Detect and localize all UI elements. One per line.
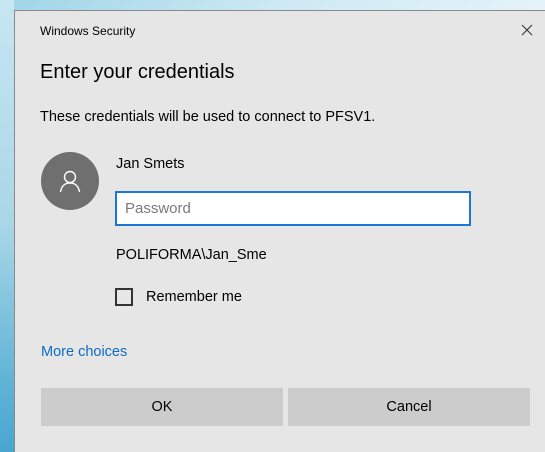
account-name: Jan Smets [116, 156, 185, 172]
person-icon [59, 170, 81, 193]
dialog-message: These credentials will be used to connec… [40, 109, 376, 125]
ok-button[interactable]: OK [41, 388, 283, 426]
dialog-heading: Enter your credentials [40, 61, 235, 83]
checkbox-box[interactable] [115, 288, 133, 306]
title-bar: Windows Security [15, 11, 545, 51]
password-field[interactable] [115, 191, 471, 226]
domain-username: POLIFORMA\Jan_Sme [116, 247, 267, 263]
credentials-dialog: Windows Security Enter your credentials … [14, 10, 545, 452]
avatar [41, 152, 99, 210]
cancel-button[interactable]: Cancel [288, 388, 530, 426]
close-icon [521, 24, 533, 36]
remember-me-label: Remember me [146, 289, 242, 305]
more-choices-link[interactable]: More choices [41, 344, 127, 360]
desktop-background [0, 0, 14, 452]
remember-me-checkbox[interactable]: Remember me [115, 288, 242, 306]
window-title: Windows Security [40, 24, 136, 38]
close-button[interactable] [509, 11, 545, 49]
